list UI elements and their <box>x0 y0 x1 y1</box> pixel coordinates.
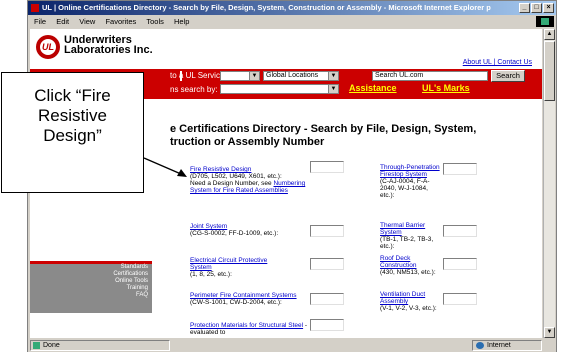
callout-arrow-icon <box>143 157 187 177</box>
